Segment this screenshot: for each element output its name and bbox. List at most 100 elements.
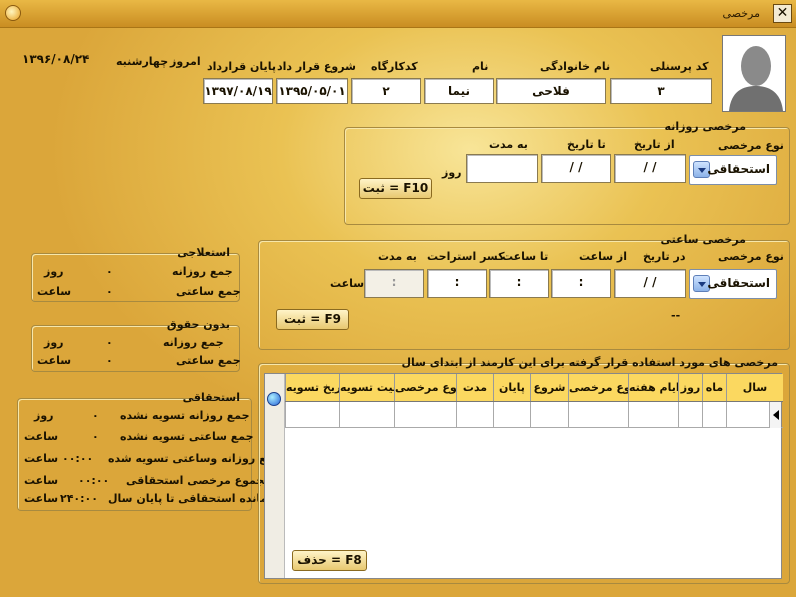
col-end[interactable]: پایان	[493, 374, 530, 401]
leave-history-table[interactable]: تاریخ تسویه وضعیت تسویه نوع مرخصی مدت پا…	[264, 373, 783, 579]
window-title: مرخصی	[722, 7, 760, 20]
app-icon	[5, 5, 21, 21]
unpaid-hourly-value: ۰	[106, 354, 113, 367]
daily-duration-field[interactable]	[466, 154, 538, 183]
entitled-r2-value: ۰	[92, 430, 99, 443]
unpaid-daily-label: جمع روزانه	[163, 336, 224, 349]
entitled-r1-label: جمع روزانه تسویه نشده	[120, 409, 250, 422]
hourly-from-time[interactable]: :	[551, 269, 611, 298]
col-leave-type[interactable]: نوع مرخصی	[568, 374, 628, 401]
entitled-r2-label: جمع ساعتی تسویه نشده	[120, 430, 254, 443]
table-cell[interactable]	[285, 402, 339, 427]
workplace-code-label: کدکارگاه	[371, 60, 418, 73]
hourly-type-select[interactable]: استحقاقی	[689, 269, 777, 299]
sick-daily-value: ۰	[106, 265, 113, 278]
hourly-from-label: از ساعت	[579, 250, 628, 263]
last-name-label: نام خانوادگی	[540, 60, 611, 73]
title-bar: مرخصی ✕	[0, 0, 796, 28]
table-cell[interactable]	[339, 402, 394, 427]
leave-history-title: مرخصی های مورد استفاده قرار گرفته برای ا…	[401, 356, 778, 369]
daily-leave-title: مرخصی روزانه	[664, 120, 746, 133]
daily-type-label: نوع مرخصی	[718, 139, 784, 152]
weekday-label: چهارشنبه	[116, 55, 169, 68]
hourly-break-label: کسر استراحت	[427, 250, 505, 263]
table-cell[interactable]	[628, 402, 678, 427]
table-cell[interactable]	[568, 402, 628, 427]
entitled-r3-unit: ساعت	[24, 452, 59, 465]
table-cell[interactable]	[493, 402, 530, 427]
hourly-duration-field: :	[364, 269, 424, 298]
col-settle-status[interactable]: وضعیت تسویه	[339, 374, 394, 401]
sick-leave-title: استعلاجی	[177, 246, 230, 259]
daily-type-select[interactable]: استحقاقی	[689, 155, 777, 185]
entitled-r3-value: ۰۰:۰۰	[62, 452, 94, 465]
hourly-to-label: تا ساعت	[502, 250, 549, 263]
hourly-save-button[interactable]: ثبت = F9	[276, 309, 349, 330]
unpaid-hourly-label: جمع ساعتی	[176, 354, 241, 367]
unpaid-leave-title: بدون حقوق	[166, 318, 230, 331]
table-cell[interactable]	[394, 402, 456, 427]
daily-to-date[interactable]: / /	[541, 154, 611, 183]
person-silhouette-icon	[723, 36, 785, 111]
col-start[interactable]: شروع	[530, 374, 568, 401]
row-indicator-icon	[769, 402, 781, 428]
table-cell[interactable]	[702, 402, 726, 427]
table-row[interactable]	[285, 402, 783, 428]
hourly-date-label: در تاریخ	[643, 250, 686, 263]
daily-from-label: از تاریخ	[634, 138, 675, 151]
table-cell[interactable]	[530, 402, 568, 427]
entitled-r1-value: ۰	[92, 409, 99, 422]
table-cell[interactable]	[678, 402, 702, 427]
entitled-r4-value: ۰۰:۰۰	[78, 474, 110, 487]
entitled-r1-unit: روز	[34, 409, 54, 422]
col-day[interactable]: روز	[678, 374, 702, 401]
entitled-r5-unit: ساعت	[24, 492, 59, 505]
personnel-photo	[722, 35, 786, 112]
col-year[interactable]: سال	[726, 374, 783, 401]
current-date: ۱۳۹۶/۰۸/۲۴	[22, 52, 90, 66]
daily-to-label: تا تاریخ	[567, 138, 606, 151]
col-weekday[interactable]: ایام هفته	[628, 374, 678, 401]
entitled-r4-label: مجموع مرخصی استحقاقی	[126, 474, 272, 487]
hourly-unit-label: ساعت	[330, 277, 365, 290]
hourly-to-time[interactable]: :	[489, 269, 549, 298]
today-label: امروز	[170, 55, 201, 68]
entitled-r3-label: جمع روزانه وساعتی تسویه شده	[108, 452, 282, 465]
workplace-code-field[interactable]: ۲	[351, 78, 421, 104]
entitled-leave-title: استحقاقی	[182, 391, 240, 404]
unpaid-hourly-unit: ساعت	[37, 354, 72, 367]
unpaid-daily-value: ۰	[106, 336, 113, 349]
contract-start-label: شروع قرار داد	[277, 60, 356, 73]
delete-button[interactable]: حذف = F8	[292, 550, 367, 571]
col-settle-date[interactable]: تاریخ تسویه	[285, 374, 339, 401]
sick-daily-label: جمع روزانه	[172, 265, 233, 278]
contract-start-field[interactable]: ۱۳۹۵/۰۵/۰۱	[276, 78, 348, 104]
close-button[interactable]: ✕	[773, 4, 792, 23]
col-month[interactable]: ماه	[702, 374, 726, 401]
hourly-leave-title: مرخصی ساعتی	[660, 233, 746, 246]
entitled-r4-unit: ساعت	[24, 474, 59, 487]
contract-end-field[interactable]: ۱۳۹۷/۰۸/۱۹	[203, 78, 273, 104]
sick-hourly-unit: ساعت	[37, 285, 72, 298]
col-leave-type-2[interactable]: نوع مرخصی	[394, 374, 456, 401]
hourly-duration-label: به مدت	[378, 250, 417, 263]
personnel-code-field[interactable]: ۳	[610, 78, 712, 104]
hourly-break-field[interactable]: :	[427, 269, 487, 298]
last-name-field[interactable]: فلاحی	[496, 78, 606, 104]
hourly-date-field[interactable]: / /	[614, 269, 686, 298]
table-header: تاریخ تسویه وضعیت تسویه نوع مرخصی مدت پا…	[285, 374, 783, 402]
daily-from-date[interactable]: / /	[614, 154, 686, 183]
hourly-status-dash: --	[671, 309, 681, 322]
first-name-field[interactable]: نیما	[424, 78, 494, 104]
sick-daily-unit: روز	[44, 265, 64, 278]
table-cell[interactable]	[726, 402, 771, 427]
daily-save-button[interactable]: ثبت = F10	[359, 178, 432, 199]
scroll-thumb-icon[interactable]	[267, 392, 281, 406]
table-cell[interactable]	[456, 402, 493, 427]
sick-hourly-value: ۰	[106, 285, 113, 298]
col-duration[interactable]: مدت	[456, 374, 493, 401]
first-name-label: نام	[472, 60, 489, 73]
contract-end-label: پایان قرارداد	[207, 60, 276, 73]
personnel-code-label: کد پرسنلی	[650, 60, 709, 73]
vertical-scrollbar[interactable]	[265, 374, 285, 578]
